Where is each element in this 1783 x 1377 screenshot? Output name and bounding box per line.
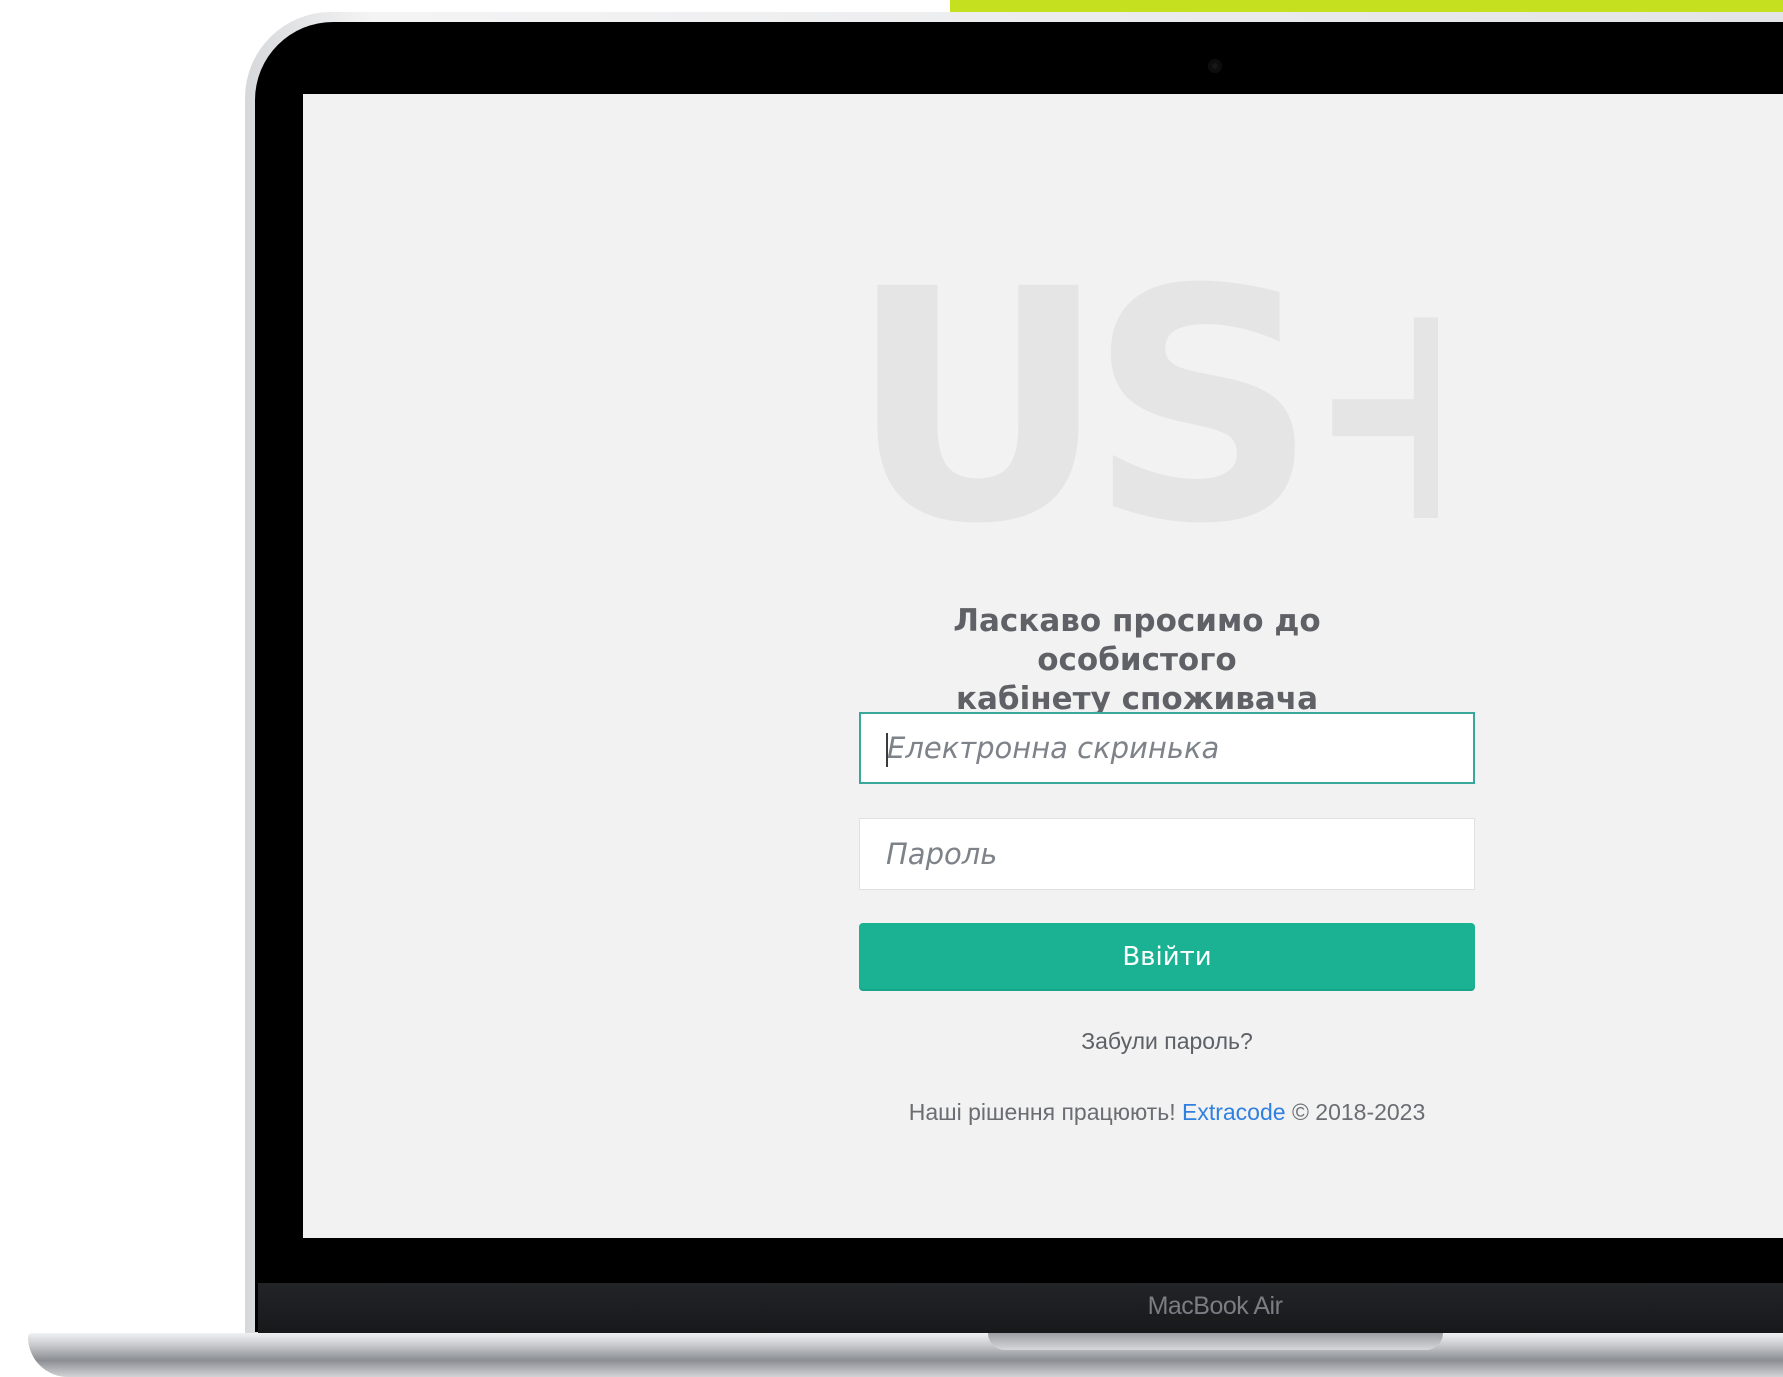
laptop-chin (258, 1283, 1783, 1335)
password-field[interactable] (860, 819, 1474, 889)
brand-watermark-text: US+ (848, 260, 1438, 546)
forgot-password-link[interactable]: Забули пароль? (1003, 1028, 1331, 1055)
footer-prefix: Наші рішення працюють! (908, 1099, 1176, 1125)
login-screen: US+ Ласкаво просимо до особистого кабіне… (303, 94, 1783, 1238)
email-field[interactable] (861, 714, 1473, 782)
footer-copyright: © 2018-2023 (1291, 1099, 1426, 1125)
login-button[interactable]: Ввійти (859, 923, 1475, 991)
email-field-container (859, 712, 1475, 784)
device-label: MacBook Air (1147, 1292, 1283, 1320)
password-field-container (859, 818, 1475, 890)
laptop-base-notch (988, 1333, 1443, 1350)
welcome-title: Ласкаво просимо до особистого кабінету с… (857, 602, 1417, 719)
laptop-base (28, 1333, 1783, 1377)
welcome-title-line-1: Ласкаво просимо до особистого (953, 603, 1321, 678)
extracode-link[interactable]: Extracode (1182, 1099, 1286, 1125)
footer-credit: Наші рішення працюють! Extracode © 2018-… (867, 1099, 1467, 1126)
camera-icon (1208, 59, 1222, 73)
brand-watermark-logo: US+ (848, 260, 1438, 546)
